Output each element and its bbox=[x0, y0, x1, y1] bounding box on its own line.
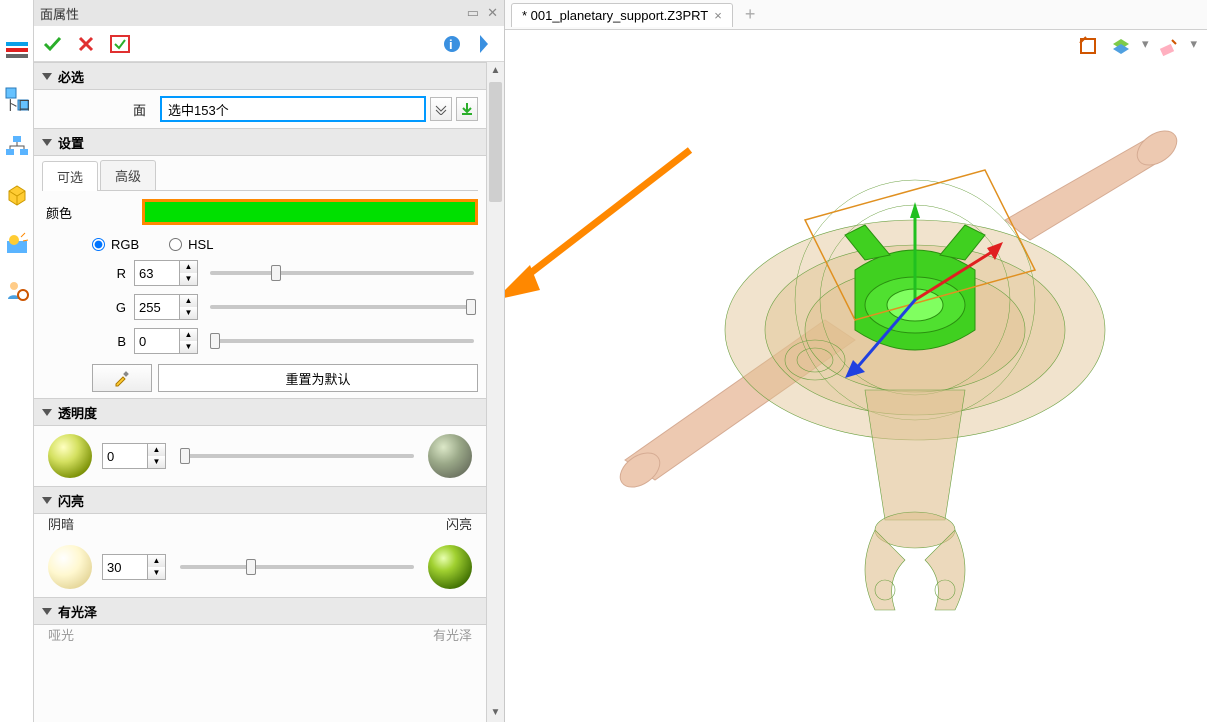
scroll-down-icon[interactable]: ▼ bbox=[487, 704, 504, 722]
section-glossy-label: 有光泽 bbox=[58, 602, 97, 621]
view-tool-icon-2[interactable] bbox=[1110, 36, 1132, 58]
gloss-glossy-label: 有光泽 bbox=[433, 625, 472, 644]
panel-scrollbar[interactable]: ▲ ▼ bbox=[486, 62, 504, 722]
viewport-column: * 001_planetary_support.Z3PRT × + ▾ ▾ bbox=[504, 0, 1207, 722]
shiny-bright-icon bbox=[428, 545, 472, 589]
shiny-dark-icon bbox=[48, 545, 92, 589]
scroll-up-icon[interactable]: ▲ bbox=[487, 62, 504, 80]
transparency-clear-icon bbox=[428, 434, 472, 478]
panel-title: 面属性 bbox=[40, 4, 79, 23]
g-slider[interactable] bbox=[210, 305, 474, 309]
section-shiny[interactable]: 闪亮 bbox=[34, 486, 486, 514]
document-tab-close-icon[interactable]: × bbox=[714, 8, 722, 23]
section-settings[interactable]: 设置 bbox=[34, 128, 486, 156]
svg-text:i: i bbox=[449, 37, 453, 52]
view-tool-icon-1[interactable] bbox=[1078, 36, 1100, 58]
section-required[interactable]: 必选 bbox=[34, 62, 486, 90]
rail-icon-box[interactable] bbox=[4, 182, 30, 208]
selection-pick-icon[interactable] bbox=[456, 97, 478, 121]
color-swatch[interactable] bbox=[142, 199, 478, 225]
gloss-dull-label: 哑光 bbox=[48, 625, 74, 644]
document-tabbar: * 001_planetary_support.Z3PRT × + bbox=[505, 0, 1207, 30]
document-tab[interactable]: * 001_planetary_support.Z3PRT × bbox=[511, 3, 733, 27]
panel-body: 必选 面 设置 可选 高级 bbox=[34, 62, 504, 722]
face-selection-input[interactable] bbox=[160, 96, 426, 122]
panel-close-icon[interactable]: ✕ bbox=[487, 5, 498, 21]
panel-toolbar: i bbox=[34, 26, 504, 62]
rail-icon-hierarchy[interactable] bbox=[4, 134, 30, 160]
radio-hsl[interactable]: HSL bbox=[169, 237, 213, 252]
rail-icon-sun[interactable] bbox=[4, 230, 30, 256]
panel-titlebar: 面属性 ▭ ✕ bbox=[34, 0, 504, 26]
r-slider[interactable] bbox=[210, 271, 474, 275]
rail-icon-user[interactable] bbox=[4, 278, 30, 304]
reset-default-button[interactable]: 重置为默认 bbox=[158, 364, 478, 392]
tab-advanced[interactable]: 高级 bbox=[100, 160, 156, 190]
tab-optional[interactable]: 可选 bbox=[42, 161, 98, 191]
shiny-dark-label: 阴暗 bbox=[48, 514, 74, 533]
expand-button[interactable] bbox=[470, 30, 498, 58]
viewport-toolbar: ▾ ▾ bbox=[1078, 36, 1197, 58]
document-tab-label: * 001_planetary_support.Z3PRT bbox=[522, 8, 708, 23]
viewport-3d[interactable]: ▾ ▾ bbox=[505, 30, 1207, 722]
radio-rgb[interactable]: RGB bbox=[92, 237, 139, 252]
add-tab-button[interactable]: + bbox=[739, 4, 762, 25]
rail-icon-tree[interactable]: 卜口 bbox=[4, 86, 30, 112]
section-glossy[interactable]: 有光泽 bbox=[34, 597, 486, 625]
rail-icon-stripes[interactable] bbox=[4, 38, 30, 64]
color-label: 颜色 bbox=[42, 203, 132, 222]
section-transparency-label: 透明度 bbox=[58, 403, 97, 422]
scroll-thumb[interactable] bbox=[489, 82, 502, 202]
transparency-spinbox[interactable]: ▲▼ bbox=[102, 443, 166, 469]
section-shiny-label: 闪亮 bbox=[58, 491, 84, 510]
selection-dropdown-icon[interactable] bbox=[430, 97, 452, 121]
r-spinbox[interactable]: ▲▼ bbox=[134, 260, 198, 286]
model-3d bbox=[555, 90, 1195, 670]
settings-tabs: 可选 高级 bbox=[42, 160, 478, 191]
section-required-label: 必选 bbox=[58, 67, 84, 86]
section-settings-label: 设置 bbox=[58, 133, 84, 152]
view-tool-eraser-icon[interactable] bbox=[1158, 36, 1180, 58]
b-slider[interactable] bbox=[210, 339, 474, 343]
svg-text:卜口: 卜口 bbox=[5, 98, 29, 111]
section-transparency[interactable]: 透明度 bbox=[34, 398, 486, 426]
confirm-button[interactable] bbox=[38, 30, 66, 58]
b-spinbox[interactable]: ▲▼ bbox=[134, 328, 198, 354]
g-label: G bbox=[92, 300, 126, 315]
transparency-slider[interactable] bbox=[180, 454, 414, 458]
g-spinbox[interactable]: ▲▼ bbox=[134, 294, 198, 320]
view-tool-dropdown-icon[interactable]: ▾ bbox=[1142, 36, 1149, 58]
left-icon-rail: 卜口 bbox=[0, 0, 34, 722]
shiny-slider[interactable] bbox=[180, 565, 414, 569]
transparency-opaque-icon bbox=[48, 434, 92, 478]
face-label: 面 bbox=[42, 100, 152, 119]
face-properties-panel: 面属性 ▭ ✕ i 必选 面 bbox=[34, 0, 504, 722]
b-label: B bbox=[92, 334, 126, 349]
panel-restore-icon[interactable]: ▭ bbox=[467, 5, 479, 21]
apply-button[interactable] bbox=[106, 30, 134, 58]
shiny-bright-label: 闪亮 bbox=[446, 514, 472, 533]
cancel-button[interactable] bbox=[72, 30, 100, 58]
view-tool-dropdown2-icon[interactable]: ▾ bbox=[1190, 36, 1197, 58]
info-button[interactable]: i bbox=[438, 30, 466, 58]
shiny-spinbox[interactable]: ▲▼ bbox=[102, 554, 166, 580]
r-label: R bbox=[92, 266, 126, 281]
eyedropper-button[interactable] bbox=[92, 364, 152, 392]
